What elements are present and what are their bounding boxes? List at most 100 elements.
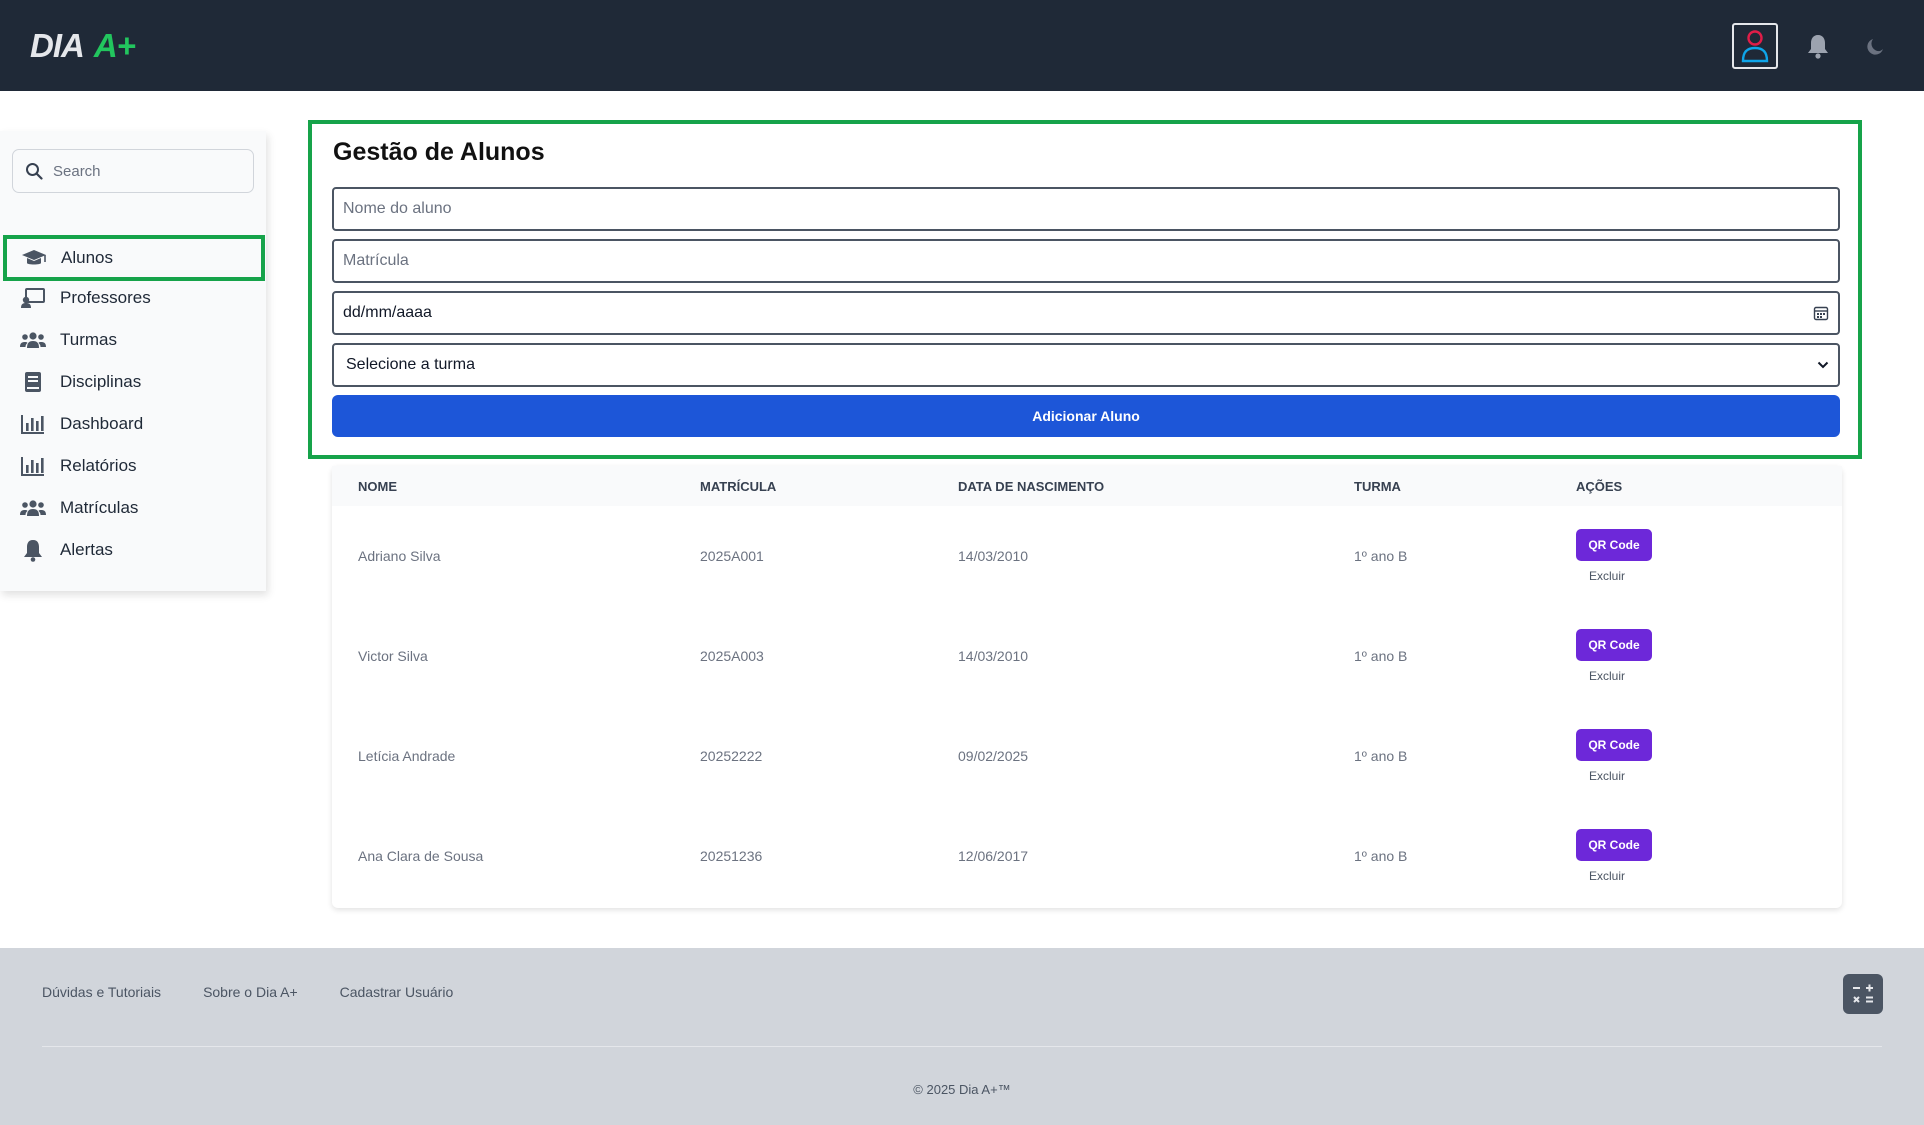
birthdate-input[interactable]: dd/mm/aaaa — [343, 304, 1813, 322]
name-field[interactable] — [332, 187, 1840, 231]
qr-code-button[interactable]: QR Code — [1576, 529, 1652, 561]
student-matricula: 20252222 — [700, 748, 763, 764]
table-row: Ana Clara de Sousa 20251236 12/06/2017 1… — [332, 806, 1842, 906]
users-group-icon — [20, 329, 46, 351]
delete-button[interactable]: Excluir — [1576, 669, 1625, 683]
topbar-actions — [1732, 22, 1894, 69]
calculator-icon — [1853, 984, 1873, 1003]
sidebar-item-alunos[interactable]: Alunos — [3, 235, 265, 281]
student-birthdate: 12/06/2017 — [958, 848, 1029, 864]
footer-link-sobre[interactable]: Sobre o Dia A+ — [203, 984, 298, 1000]
student-birthdate: 14/03/2010 — [958, 548, 1029, 564]
turma-select[interactable]: Selecione a turma — [332, 343, 1840, 387]
calendar-icon[interactable] — [1813, 305, 1829, 321]
delete-button[interactable]: Excluir — [1576, 869, 1625, 883]
delete-button[interactable]: Excluir — [1576, 769, 1625, 783]
users-group-icon — [20, 497, 46, 519]
top-navbar: DIA A+ — [0, 0, 1924, 91]
sidebar-nav: Alunos Professores Turmas Disciplinas Da… — [0, 235, 266, 571]
table-row: Victor Silva 2025A003 14/03/2010 1º ano … — [332, 606, 1842, 706]
page-title: Gestão de Alunos — [333, 138, 545, 166]
column-header-matricula: MATRÍCULA — [700, 478, 777, 494]
qr-code-button[interactable]: QR Code — [1576, 829, 1652, 861]
app-logo[interactable]: DIA A+ — [30, 26, 136, 65]
column-header-acoes: AÇÕES — [1576, 478, 1623, 494]
calculator-button[interactable] — [1843, 974, 1883, 1014]
sidebar-item-label: Matrículas — [60, 498, 139, 517]
user-icon — [1741, 29, 1769, 62]
bell-icon — [1808, 34, 1828, 59]
table-header: NOME MATRÍCULA DATA DE NASCIMENTO TURMA … — [332, 466, 1842, 506]
student-name: Ana Clara de Sousa — [358, 848, 484, 864]
bell-icon — [20, 539, 46, 562]
sidebar-item-label: Relatórios — [60, 456, 137, 475]
footer-link-cadastrar[interactable]: Cadastrar Usuário — [340, 984, 454, 1000]
sidebar-item-disciplinas[interactable]: Disciplinas — [0, 361, 266, 403]
book-icon — [20, 371, 46, 393]
search-input[interactable] — [53, 162, 233, 180]
student-name: Adriano Silva — [358, 548, 441, 564]
qr-code-button[interactable]: QR Code — [1576, 729, 1652, 761]
row-actions: QR Code Excluir — [1576, 829, 1842, 883]
sidebar-item-label: Disciplinas — [60, 372, 142, 391]
birthdate-field[interactable]: dd/mm/aaaa — [332, 291, 1840, 335]
chevron-down-icon — [1817, 361, 1829, 369]
dark-mode-toggle[interactable] — [1858, 28, 1894, 64]
student-turma: 1º ano B — [1354, 848, 1408, 864]
student-turma: 1º ano B — [1354, 648, 1408, 664]
column-header-nascimento: DATA DE NASCIMENTO — [958, 478, 1105, 494]
graduation-cap-icon — [21, 247, 47, 269]
student-matricula: 2025A003 — [700, 648, 764, 664]
student-turma: 1º ano B — [1354, 748, 1408, 764]
table-row: Letícia Andrade 20252222 09/02/2025 1º a… — [332, 706, 1842, 806]
student-turma: 1º ano B — [1354, 548, 1408, 564]
student-matricula: 20251236 — [700, 848, 763, 864]
user-profile-button[interactable] — [1732, 22, 1778, 69]
sidebar-item-label: Alunos — [61, 248, 113, 267]
logo-text: DIA — [30, 26, 85, 64]
bar-chart-icon — [20, 413, 46, 435]
add-student-button[interactable]: Adicionar Aluno — [332, 395, 1840, 437]
name-input[interactable] — [343, 200, 1829, 218]
column-header-nome: NOME — [358, 478, 397, 494]
sidebar-item-label: Alertas — [60, 540, 113, 559]
sidebar-item-turmas[interactable]: Turmas — [0, 319, 266, 361]
sidebar-item-label: Dashboard — [60, 414, 144, 433]
sidebar-item-matriculas[interactable]: Matrículas — [0, 487, 266, 529]
logo-plus-text: A+ — [93, 26, 136, 64]
turma-select-value: Selecione a turma — [346, 356, 475, 373]
sidebar-item-label: Turmas — [60, 330, 117, 349]
search-box[interactable] — [12, 149, 254, 193]
sidebar: Alunos Professores Turmas Disciplinas Da… — [0, 131, 266, 591]
students-table: NOME MATRÍCULA DATA DE NASCIMENTO TURMA … — [332, 466, 1842, 908]
footer-divider — [42, 1046, 1882, 1047]
sidebar-item-label: Professores — [60, 288, 151, 307]
student-form-panel: Gestão de Alunos dd/mm/aaaa Selecione a … — [308, 120, 1862, 459]
row-actions: QR Code Excluir — [1576, 729, 1842, 783]
sidebar-item-alertas[interactable]: Alertas — [0, 529, 266, 571]
student-birthdate: 14/03/2010 — [958, 648, 1029, 664]
matricula-field[interactable] — [332, 239, 1840, 283]
sidebar-item-relatorios[interactable]: Relatórios — [0, 445, 266, 487]
matricula-input[interactable] — [343, 252, 1829, 270]
qr-code-button[interactable]: QR Code — [1576, 629, 1652, 661]
notifications-button[interactable] — [1800, 28, 1836, 64]
moon-icon — [1867, 38, 1883, 55]
student-birthdate: 09/02/2025 — [958, 748, 1029, 764]
footer-link-duvidas[interactable]: Dúvidas e Tutoriais — [42, 984, 161, 1000]
row-actions: QR Code Excluir — [1576, 529, 1842, 583]
student-name: Victor Silva — [358, 648, 428, 664]
footer: Dúvidas e Tutoriais Sobre o Dia A+ Cadas… — [0, 948, 1924, 1125]
row-actions: QR Code Excluir — [1576, 629, 1842, 683]
column-header-turma: TURMA — [1354, 478, 1401, 494]
student-name: Letícia Andrade — [358, 748, 456, 764]
student-matricula: 2025A001 — [700, 548, 764, 564]
table-row: Adriano Silva 2025A001 14/03/2010 1º ano… — [332, 506, 1842, 606]
delete-button[interactable]: Excluir — [1576, 569, 1625, 583]
teacher-board-icon — [20, 287, 46, 309]
copyright-text: © 2025 Dia A+™ — [913, 1082, 1011, 1097]
sidebar-item-dashboard[interactable]: Dashboard — [0, 403, 266, 445]
bar-chart-icon — [20, 455, 46, 477]
search-icon — [26, 163, 43, 180]
sidebar-item-professores[interactable]: Professores — [0, 277, 266, 319]
